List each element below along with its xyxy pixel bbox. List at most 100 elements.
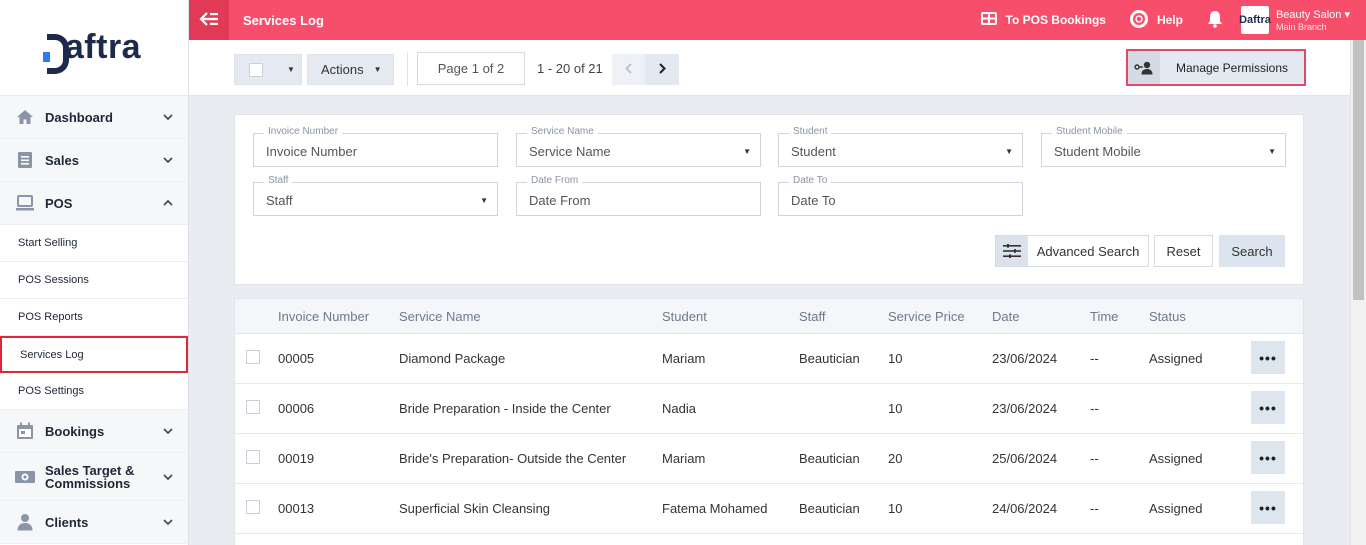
column-header[interactable]: Service Name [399,309,481,324]
chevron-down-icon [162,471,174,483]
sidebar-subitem-start-selling[interactable]: Start Selling [0,225,188,262]
logo[interactable]: aftra [0,0,188,96]
toolbar-divider [407,52,408,86]
page-title: Services Log [243,12,324,28]
cell-invoice: 00005 [278,351,315,366]
sidebar-subitem-pos-reports[interactable]: POS Reports [0,299,188,336]
sidebar-item-clients[interactable]: Clients [0,501,188,544]
sliders-icon [996,236,1028,266]
cell-student: Mariam [662,351,706,366]
cell-staff: Beautician [799,451,860,466]
reset-button[interactable]: Reset [1154,235,1213,267]
previous-page-button[interactable] [612,54,645,85]
cell-price: 10 [888,351,903,366]
invoice-number-field[interactable]: Invoice Number Invoice Number [253,126,498,167]
chevron-up-icon [162,197,174,209]
table-row[interactable]: 00013 Superficial Skin Cleansing Fatema … [235,484,1303,534]
avatar: Daftra [1239,6,1271,34]
sidebar-item-dashboard[interactable]: Dashboard [0,96,188,139]
caret-down-icon: ▼ [287,65,295,74]
column-header[interactable]: Time [1090,309,1118,324]
caret-down-icon: ▼ [743,147,751,156]
collapse-sidebar-button[interactable] [189,0,229,40]
sidebar-item-sales[interactable]: Sales [0,139,188,182]
column-header[interactable]: Student [662,309,707,324]
to-pos-bookings-link[interactable]: To POS Bookings [980,12,1106,28]
more-actions-button[interactable]: ••• [1251,441,1285,474]
field-label: Service Name [527,126,598,137]
page-indicator[interactable]: Page 1 of 2 [417,52,525,85]
cell-price: 10 [888,501,903,516]
manage-permissions-button[interactable]: Manage Permissions [1126,49,1306,86]
table-row[interactable]: 00019 Bride's Preparation- Outside the C… [235,434,1303,484]
field-value: Student [791,144,836,159]
service-name-select[interactable]: Service Name Service Name ▼ [516,126,761,167]
field-label: Date From [527,175,583,186]
date-from-field[interactable]: Date From Date From [516,175,761,216]
select-all-checkbox[interactable] [249,62,263,77]
more-actions-button[interactable]: ••• [1251,391,1285,424]
row-checkbox[interactable] [246,350,260,364]
staff-select[interactable]: Staff Staff ▼ [253,175,498,216]
bulk-select-dropdown[interactable]: ▼ [234,54,302,85]
cell-status: Assigned [1149,501,1203,516]
search-button[interactable]: Search [1219,235,1285,267]
cell-date: 25/06/2024 [992,451,1058,466]
bell-icon [1207,10,1223,31]
chevron-down-icon [162,425,174,437]
row-checkbox[interactable] [246,500,260,514]
toolbar: ▼ Actions ▼ Page 1 of 2 1 - 20 of 21 Man… [189,40,1350,96]
actions-dropdown[interactable]: Actions ▼ [307,54,394,85]
date-to-field[interactable]: Date To Date To [778,175,1023,216]
page-scrollbar[interactable] [1350,40,1366,545]
chevron-left-icon [625,62,632,77]
cell-invoice: 00013 [278,501,315,516]
advanced-search-button[interactable]: Advanced Search [995,235,1149,267]
row-checkbox[interactable] [246,450,260,464]
field-label: Invoice Number [264,126,343,137]
column-header[interactable]: Service Price [888,309,965,324]
sidebar-subitem-pos-settings[interactable]: POS Settings [0,373,188,410]
sidebar-item-label: Sales Target & Commissions [45,462,135,491]
help-link[interactable]: Help [1129,9,1183,31]
column-header[interactable]: Status [1149,309,1186,324]
student-mobile-select[interactable]: Student Mobile Student Mobile ▼ [1041,126,1286,167]
cell-price: 10 [888,401,903,416]
column-header[interactable]: Invoice Number [278,309,369,324]
table-row[interactable]: 00005 Diamond Package Mariam Beautician … [235,334,1303,384]
sidebar-item-pos[interactable]: POS [0,182,188,225]
cell-date: 23/06/2024 [992,401,1058,416]
cell-date: 24/06/2024 [992,501,1058,516]
brand-logo: aftra [42,28,141,74]
caret-down-icon: ▼ [1005,147,1013,156]
user-key-icon [1128,51,1160,84]
field-placeholder: Invoice Number [266,144,358,159]
cell-invoice: 00006 [278,401,315,416]
cell-service: Diamond Package [399,351,506,366]
next-page-button[interactable] [645,54,679,85]
row-checkbox[interactable] [246,400,260,414]
account-menu[interactable]: Daftra Beauty Salon ▾ Main Branch [1239,6,1350,34]
sidebar-subitem-pos-sessions[interactable]: POS Sessions [0,262,188,299]
cell-staff: Beautician [799,351,860,366]
cell-service: Superficial Skin Cleansing [399,501,551,516]
field-label: Student [789,126,832,137]
caret-down-icon: ▼ [480,196,488,205]
field-label: Student Mobile [1052,126,1127,137]
table-row[interactable]: 00006 Bride Preparation - Inside the Cen… [235,384,1303,434]
scrollbar-thumb[interactable] [1353,40,1364,300]
cell-time: -- [1090,401,1099,416]
column-header[interactable]: Date [992,309,1019,324]
student-select[interactable]: Student Student ▼ [778,126,1023,167]
column-header[interactable]: Staff [799,309,826,324]
sidebar-item-bookings[interactable]: Bookings [0,410,188,453]
cell-date: 23/06/2024 [992,351,1058,366]
sidebar-item-sales-target[interactable]: Sales Target & Commissions [0,453,188,501]
more-actions-button[interactable]: ••• [1251,341,1285,374]
cell-service: Bride's Preparation- Outside the Center [399,451,627,466]
sidebar: aftra Dashboard Sales POS Start Selling … [0,0,189,545]
sidebar-subitem-services-log[interactable]: Services Log [0,336,188,373]
more-actions-button[interactable]: ••• [1251,491,1285,524]
caret-down-icon: ▼ [373,65,382,74]
notifications-button[interactable] [1207,10,1223,31]
